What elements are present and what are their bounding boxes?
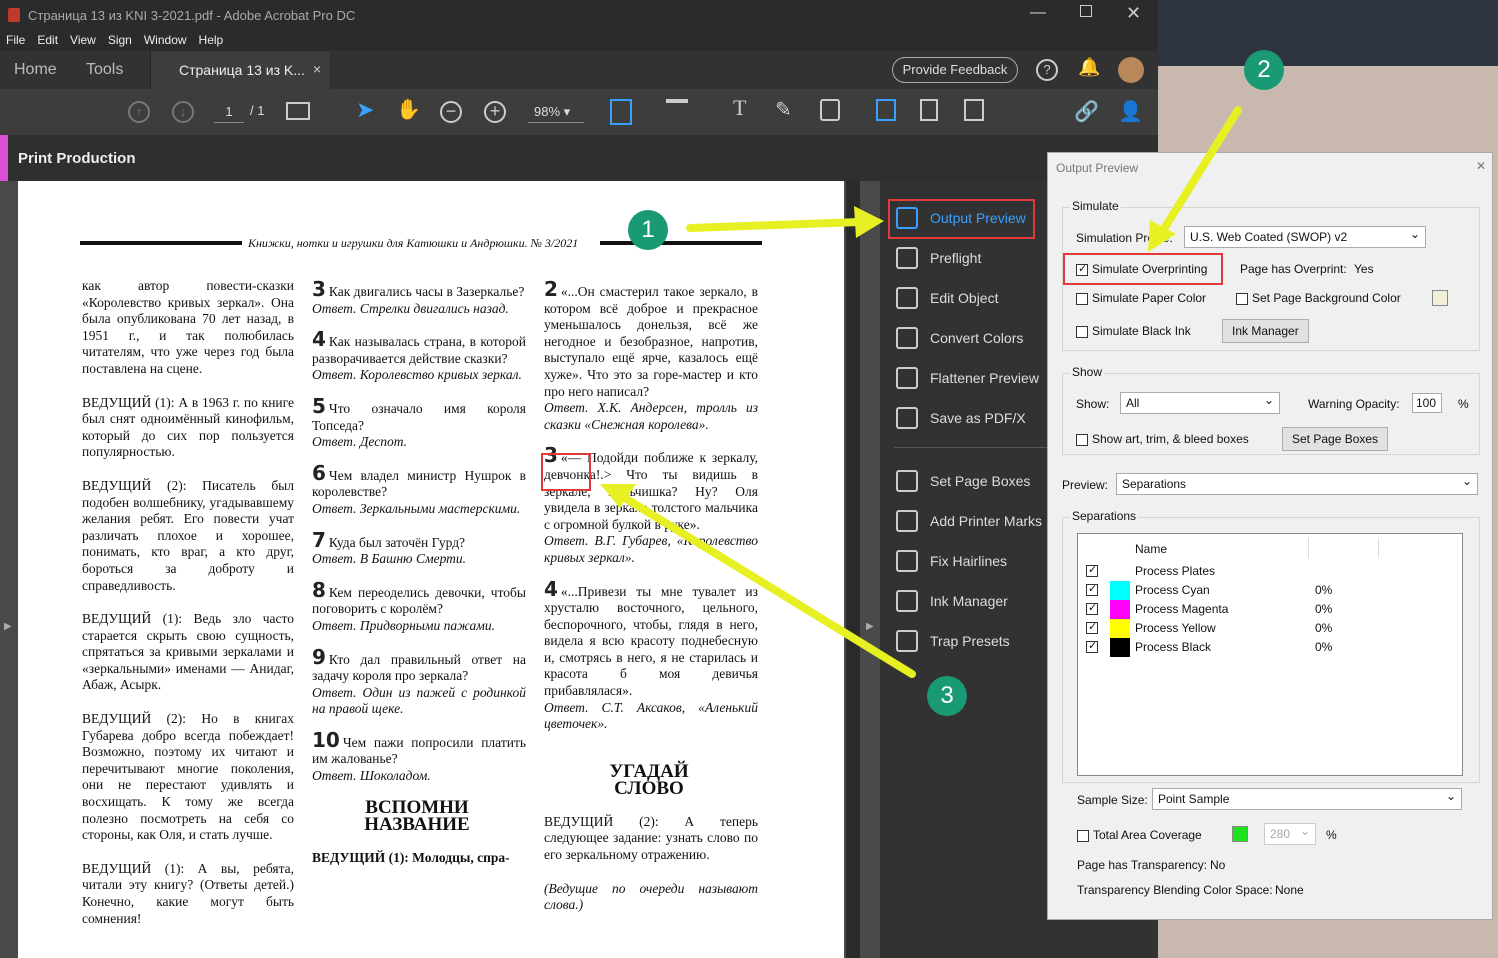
step-badge-1: 1 [628,210,668,250]
step-badge-3: 3 [927,676,967,716]
annotation-arrows [600,106,1242,678]
arrow-1-shaft [686,218,864,232]
step-badge-2: 2 [1244,50,1284,90]
arrow-1-head [854,206,884,238]
arrow-3-shaft [616,491,916,678]
arrow-2-shaft [1158,106,1242,236]
